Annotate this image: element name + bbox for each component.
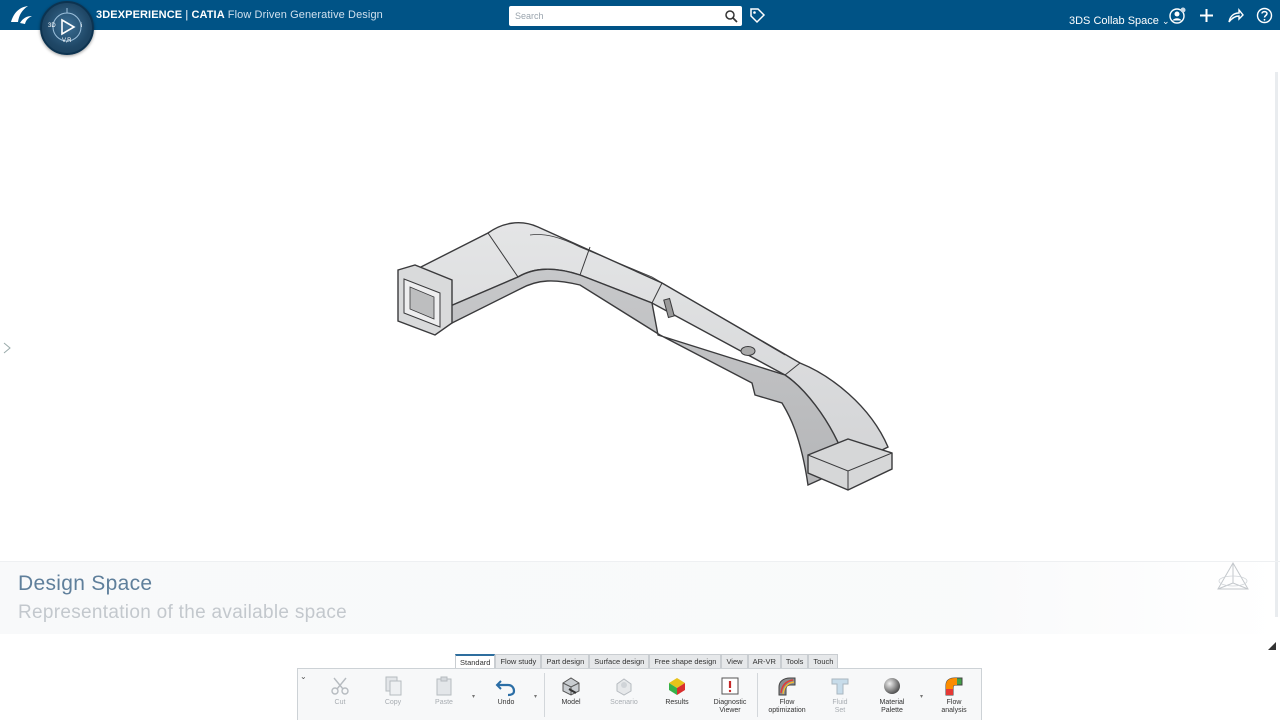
flow-analysis-label-2: analysis: [941, 707, 967, 714]
paste-label: Paste: [435, 699, 453, 706]
tag-icon[interactable]: [749, 7, 766, 24]
search-icon[interactable]: [724, 9, 738, 23]
divider: [544, 673, 545, 717]
model-label: Model: [561, 699, 581, 706]
collab-space-label: 3DS Collab Space: [1069, 15, 1159, 27]
share-icon[interactable]: [1227, 7, 1244, 24]
tab-touch[interactable]: Touch: [808, 654, 839, 669]
material-palette-label-1: Material: [879, 699, 905, 706]
action-bar: ⌄ Cut Copy Paste ▾ Undo ▾ Model Scenario…: [297, 668, 982, 720]
copy-button[interactable]: Copy: [371, 675, 415, 707]
paste-icon: [436, 676, 452, 696]
fluid-set-label-1: Fluid: [832, 699, 848, 706]
flow-optimization-label-1: Flow: [779, 699, 795, 706]
results-button[interactable]: Results: [655, 675, 699, 707]
flow-analysis-icon: [945, 677, 963, 696]
expand-panel-icon[interactable]: [3, 342, 11, 354]
viewport-scrollbar[interactable]: [1275, 72, 1278, 617]
info-banner: Design Space Representation of the avail…: [0, 561, 1280, 634]
flow-optimization-label-2: optimization: [768, 707, 806, 714]
info-title: Design Space: [18, 572, 153, 595]
copy-label: Copy: [384, 699, 402, 706]
search-box: [509, 6, 742, 26]
diagnostic-viewer-button[interactable]: Diagnostic Viewer: [708, 675, 752, 715]
paste-button[interactable]: Paste: [422, 675, 466, 707]
tab-flow-study[interactable]: Flow study: [495, 654, 542, 669]
material-palette-flyout-icon[interactable]: ▾: [920, 693, 923, 700]
scenario-button[interactable]: Scenario: [602, 675, 646, 707]
help-icon[interactable]: [1256, 7, 1273, 24]
paste-flyout-icon[interactable]: ▾: [472, 693, 475, 700]
app-name: CATIA: [191, 9, 225, 21]
model-icon: [562, 677, 580, 696]
fluid-set-button[interactable]: Fluid Set: [818, 675, 862, 715]
undo-flyout-icon[interactable]: ▾: [534, 693, 537, 700]
brand-name: 3DEXPERIENCE: [96, 9, 183, 21]
dassault-logo-icon[interactable]: [8, 4, 34, 26]
cut-label: Cut: [334, 699, 346, 706]
diagnostic-viewer-icon: [721, 677, 739, 695]
scenario-label: Scenario: [610, 699, 638, 706]
tab-view[interactable]: View: [721, 654, 748, 669]
tab-part-design[interactable]: Part design: [541, 654, 590, 669]
flow-analysis-button[interactable]: Flow analysis: [932, 675, 976, 715]
search-input[interactable]: [509, 6, 714, 26]
scissors-icon: [331, 677, 349, 695]
model-button[interactable]: Model: [549, 675, 593, 707]
action-bar-tabs: Standard Flow study Part design Surface …: [455, 654, 839, 670]
tab-tools[interactable]: Tools: [780, 654, 809, 669]
results-label: Results: [665, 699, 689, 706]
top-bar: 3D i V,R 3DEXPERIENCE | CATIA Flow Driven…: [0, 0, 1280, 55]
tab-free-shape-design[interactable]: Free shape design: [649, 654, 722, 669]
divider: [757, 673, 758, 717]
cut-button[interactable]: Cut: [318, 675, 362, 707]
compass-label-right: i: [81, 23, 83, 29]
flow-optimization-icon: [778, 677, 796, 696]
flow-optimization-button[interactable]: Flow optimization: [765, 675, 809, 715]
view-compass-icon[interactable]: [1212, 561, 1254, 595]
resize-handle-icon[interactable]: [1266, 640, 1278, 652]
compass-label-bottom: V,R: [62, 38, 72, 44]
diagnostic-viewer-label-2: Viewer: [719, 707, 741, 714]
collab-space-selector[interactable]: 3DS Collab Space ⌄: [1069, 15, 1170, 27]
scenario-icon: [616, 678, 632, 696]
flow-analysis-label-1: Flow: [946, 699, 962, 706]
info-subtitle: Representation of the available space: [18, 602, 348, 623]
undo-icon: [495, 680, 516, 697]
tab-surface-design[interactable]: Surface design: [589, 654, 650, 669]
compass-label-left: 3D: [48, 23, 56, 29]
material-palette-icon: [884, 678, 900, 694]
diagnostic-viewer-label-1: Diagnostic: [713, 699, 747, 706]
app-subtitle: Flow Driven Generative Design: [227, 9, 383, 21]
add-icon[interactable]: [1198, 7, 1215, 24]
app-title: 3DEXPERIENCE | CATIA Flow Driven Generati…: [96, 9, 383, 21]
compass-widget[interactable]: 3D i V,R: [40, 1, 94, 55]
undo-label: Undo: [497, 699, 515, 706]
material-palette-button[interactable]: Material Palette: [870, 675, 914, 715]
design-space-duct-model[interactable]: [390, 215, 900, 500]
fluid-set-icon: [831, 678, 849, 695]
copy-icon: [385, 676, 402, 696]
fluid-set-label-2: Set: [834, 707, 846, 714]
tab-ar-vr[interactable]: AR-VR: [747, 654, 781, 669]
results-icon: [669, 678, 685, 695]
user-profile-icon[interactable]: [1169, 7, 1186, 24]
material-palette-label-2: Palette: [881, 707, 903, 714]
collapse-action-bar-icon[interactable]: ⌄: [300, 673, 308, 681]
undo-button[interactable]: Undo: [484, 675, 528, 707]
